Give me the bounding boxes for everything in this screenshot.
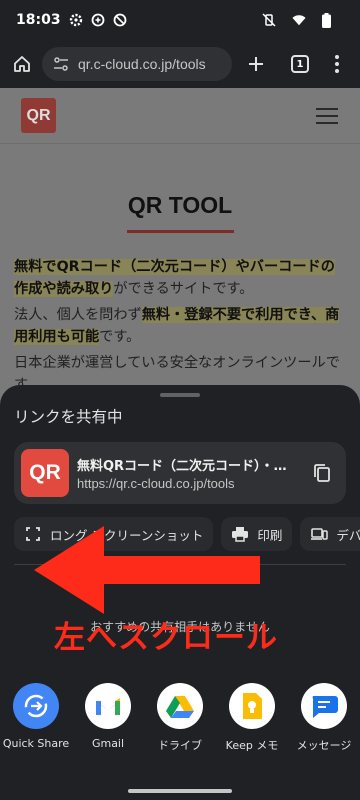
drag-handle[interactable] <box>160 393 200 397</box>
share-app-keep[interactable]: Keep メモ <box>217 683 287 753</box>
site-logo[interactable]: QR <box>21 98 56 133</box>
messages-icon <box>301 683 347 729</box>
gesture-nav-bar[interactable] <box>128 789 232 793</box>
status-bar: 18:03 <box>0 0 360 40</box>
hamburger-menu-icon[interactable] <box>316 108 338 124</box>
app-label: Quick Share <box>2 737 70 750</box>
tab-switcher-button[interactable]: 1 <box>280 40 320 88</box>
copy-icon <box>314 464 330 482</box>
send-to-device-button[interactable]: デバイスに送信 <box>300 517 360 551</box>
gmail-icon <box>85 683 131 729</box>
page-title: QR TOOL <box>127 192 233 218</box>
wifi-icon <box>292 13 306 27</box>
home-icon <box>14 56 30 72</box>
send-to-device-icon <box>310 525 329 543</box>
intro-text-1: ができるサイトです。 <box>113 281 254 297</box>
link-preview-card: QR 無料QRコード（二次元コード）・バーコード作成・読み取り https://… <box>14 442 346 504</box>
send-to-device-label: デバイスに送信 <box>336 527 360 543</box>
page-info-icon[interactable] <box>52 55 70 73</box>
share-app-quick-share[interactable]: Quick Share <box>1 683 71 750</box>
menu-button[interactable] <box>320 40 354 88</box>
keep-icon <box>229 683 275 729</box>
address-bar[interactable]: qr.c-cloud.co.jp/tools <box>42 47 232 81</box>
copy-link-button[interactable] <box>310 461 334 485</box>
drive-icon <box>157 683 203 729</box>
home-button[interactable] <box>2 40 42 88</box>
print-label: 印刷 <box>257 527 283 543</box>
site-header: QR <box>0 88 360 144</box>
quick-share-icon <box>13 683 59 729</box>
title-underline <box>127 230 234 233</box>
share-apps-row: Quick Share Gmail ドライブ Keep メモ メッセージ <box>0 683 360 763</box>
nfc-off-icon <box>113 13 127 27</box>
plus-icon <box>249 57 263 71</box>
app-label: メッセージ <box>296 739 352 752</box>
share-app-gmail[interactable]: Gmail <box>73 683 143 750</box>
intro-paragraph-2: 法人、個人を問わず無料・登録不要で利用でき、商用利用も可能です。 <box>14 304 348 348</box>
url-text: qr.c-cloud.co.jp/tools <box>78 56 206 72</box>
browser-toolbar: qr.c-cloud.co.jp/tools 1 <box>0 40 360 88</box>
link-thumbnail: QR <box>21 449 69 497</box>
scroll-left-arrow-icon <box>34 526 260 614</box>
settings-gear-icon <box>69 13 83 27</box>
annotation-text: 左へスクロール <box>54 620 278 656</box>
status-time: 18:03 <box>16 12 61 28</box>
share-app-messages[interactable]: メッセージ <box>289 683 359 753</box>
tab-count: 1 <box>291 55 309 73</box>
sheet-title: リンクを共有中 <box>14 408 123 426</box>
more-vert-icon <box>335 55 339 73</box>
app-label: ドライブ <box>158 739 202 752</box>
data-saver-icon <box>91 13 105 27</box>
battery-icon <box>322 13 336 28</box>
app-label: Gmail <box>91 737 125 750</box>
intro-paragraph-1: 無料でQRコード（二次元コード）やバーコードの作成や読み取りができるサイトです。 <box>14 256 348 300</box>
vibrate-off-icon <box>262 13 276 27</box>
new-tab-button[interactable] <box>236 40 276 88</box>
app-label: Keep メモ <box>225 739 279 752</box>
share-app-drive[interactable]: ドライブ <box>145 683 215 753</box>
intro-text-2a: 法人、個人を問わず <box>14 307 142 323</box>
link-title: 無料QRコード（二次元コード）・バーコード作成・読み取り <box>77 459 299 474</box>
link-url: https://qr.c-cloud.co.jp/tools <box>77 476 235 491</box>
intro-text-2b: です。 <box>99 329 141 345</box>
